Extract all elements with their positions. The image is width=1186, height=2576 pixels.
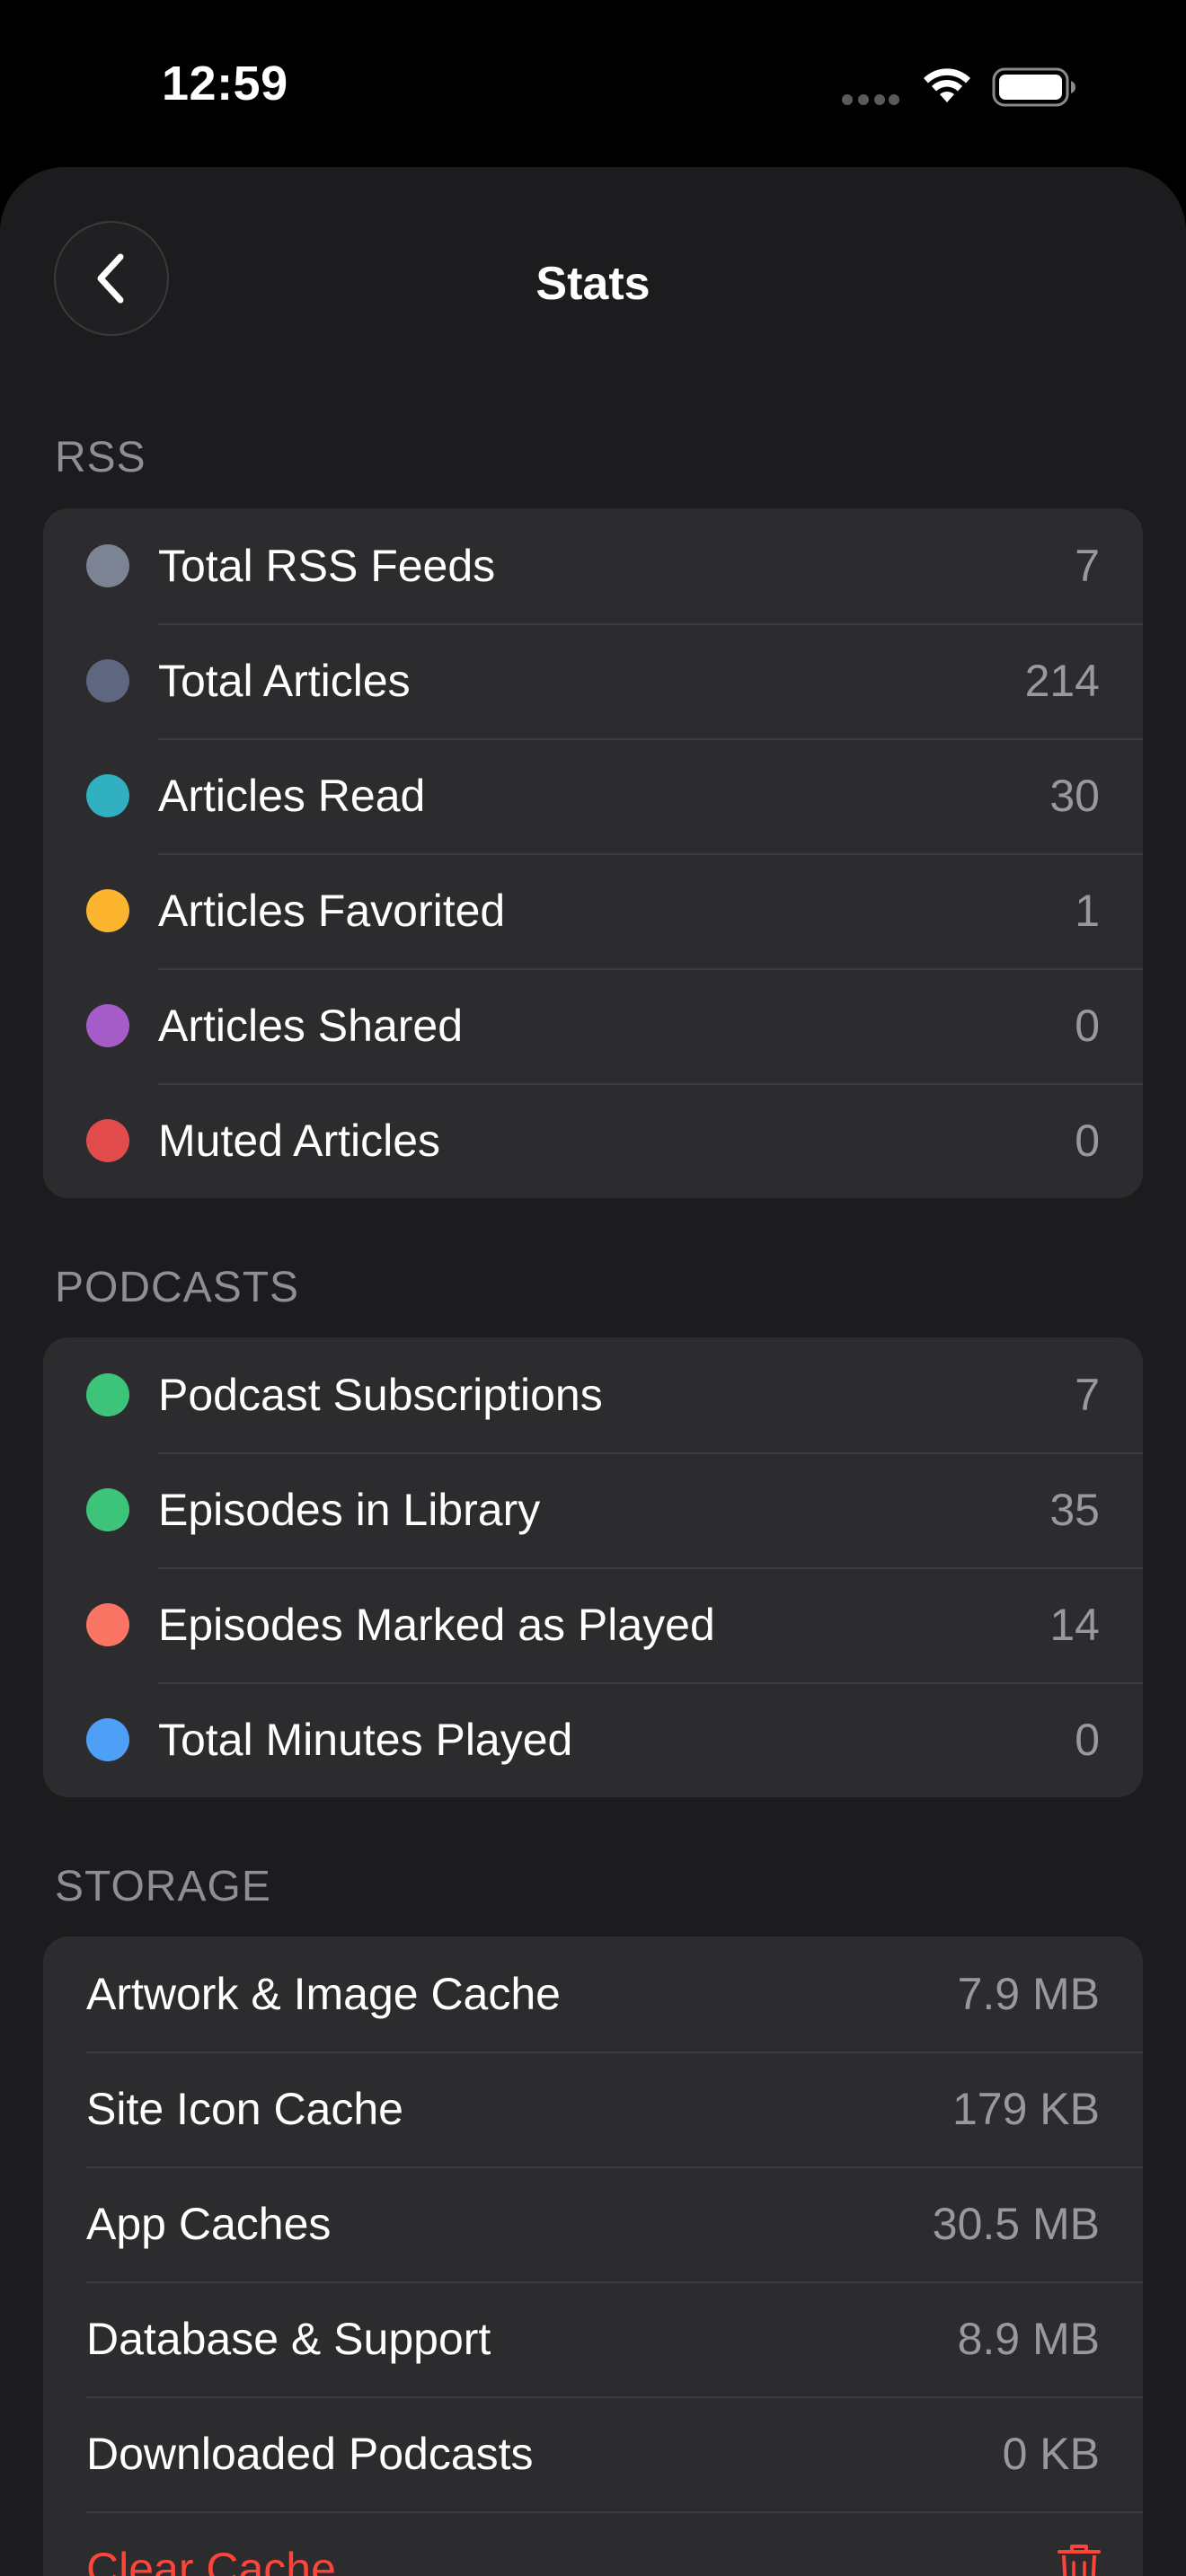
storage-group: Artwork & Image Cache 7.9 MB Site Icon C…	[43, 1936, 1143, 2576]
row-label: Muted Articles	[158, 1116, 441, 1166]
rss-section-header: RSS	[55, 434, 146, 481]
row-label: Artwork & Image Cache	[86, 1969, 561, 2019]
podcasts-group: Podcast Subscriptions 7 Episodes in Libr…	[43, 1337, 1143, 1797]
row-label: Episodes in Library	[158, 1485, 541, 1535]
page-title: Stats	[535, 258, 651, 310]
storage-row-site-icon-cache: Site Icon Cache 179 KB	[43, 2051, 1143, 2166]
stat-row-total-minutes-played: Total Minutes Played 0	[43, 1682, 1143, 1797]
row-label: Total RSS Feeds	[158, 541, 496, 591]
color-dot	[86, 659, 129, 702]
row-value: 1	[1075, 886, 1100, 936]
navigation-bar: Stats	[0, 167, 1186, 392]
stat-row-articles-shared: Articles Shared 0	[43, 968, 1143, 1083]
storage-row-database-support: Database & Support 8.9 MB	[43, 2281, 1143, 2396]
row-label: Site Icon Cache	[86, 2084, 403, 2134]
stat-row-muted-articles: Muted Articles 0	[43, 1083, 1143, 1198]
color-dot	[86, 1373, 129, 1416]
status-bar: 12:59	[0, 0, 1186, 167]
row-value: 0 KB	[1002, 2429, 1100, 2479]
battery-icon	[992, 67, 1075, 107]
row-value: 0	[1075, 1116, 1100, 1166]
stat-row-articles-favorited: Articles Favorited 1	[43, 853, 1143, 968]
row-value: 7	[1075, 541, 1100, 591]
stat-row-episodes-marked-played: Episodes Marked as Played 14	[43, 1567, 1143, 1682]
storage-row-artwork-cache: Artwork & Image Cache 7.9 MB	[43, 1936, 1143, 2051]
row-value: 35	[1049, 1485, 1100, 1535]
row-value: 179 KB	[951, 2084, 1100, 2134]
color-dot	[86, 1603, 129, 1646]
row-value: 7	[1075, 1370, 1100, 1420]
row-label: Database & Support	[86, 2314, 491, 2364]
color-dot	[86, 889, 129, 932]
wifi-icon	[924, 68, 970, 102]
row-label: Articles Shared	[158, 1001, 464, 1051]
clear-cache-button[interactable]: Clear Cache	[43, 2511, 1143, 2576]
row-label: Total Articles	[158, 656, 411, 706]
storage-row-app-caches: App Caches 30.5 MB	[43, 2166, 1143, 2281]
stat-row-total-articles: Total Articles 214	[43, 623, 1143, 738]
row-value: 8.9 MB	[957, 2314, 1100, 2364]
row-value: 30.5 MB	[932, 2199, 1100, 2249]
color-dot	[86, 1718, 129, 1761]
storage-row-downloaded-podcasts: Downloaded Podcasts 0 KB	[43, 2396, 1143, 2511]
color-dot	[86, 1119, 129, 1162]
stats-screen: 12:59 Stats RSS Total RSS Feeds 7 Total …	[0, 0, 1186, 2576]
stat-row-total-rss-feeds: Total RSS Feeds 7	[43, 508, 1143, 623]
row-label: Episodes Marked as Played	[158, 1600, 715, 1650]
rss-group: Total RSS Feeds 7 Total Articles 214 Art…	[43, 508, 1143, 1198]
row-value: 30	[1049, 771, 1100, 821]
row-value: 0	[1075, 1715, 1100, 1765]
row-label: Downloaded Podcasts	[86, 2429, 534, 2479]
stat-row-articles-read: Articles Read 30	[43, 738, 1143, 853]
row-value: 14	[1049, 1600, 1100, 1650]
row-value: 214	[1024, 656, 1100, 706]
color-dot	[86, 1004, 129, 1047]
row-label: App Caches	[86, 2199, 332, 2249]
stats-sheet: Stats RSS Total RSS Feeds 7 Total Articl…	[0, 167, 1186, 2576]
stat-row-podcast-subscriptions: Podcast Subscriptions 7	[43, 1337, 1143, 1452]
status-time: 12:59	[162, 57, 288, 110]
color-dot	[86, 1488, 129, 1531]
row-label: Podcast Subscriptions	[158, 1370, 603, 1420]
trash-icon	[1058, 2545, 1101, 2576]
row-value: 0	[1075, 1001, 1100, 1051]
row-label: Total Minutes Played	[158, 1715, 573, 1765]
row-value: 7.9 MB	[957, 1969, 1100, 2019]
clear-cache-label: Clear Cache	[86, 2544, 336, 2576]
color-dot	[86, 774, 129, 817]
storage-section-header: STORAGE	[55, 1863, 271, 1910]
color-dot	[86, 544, 129, 587]
row-label: Articles Favorited	[158, 886, 506, 936]
stat-row-episodes-in-library: Episodes in Library 35	[43, 1452, 1143, 1567]
cellular-signal-icon	[842, 94, 899, 105]
row-label: Articles Read	[158, 771, 426, 821]
podcasts-section-header: PODCASTS	[55, 1264, 300, 1311]
